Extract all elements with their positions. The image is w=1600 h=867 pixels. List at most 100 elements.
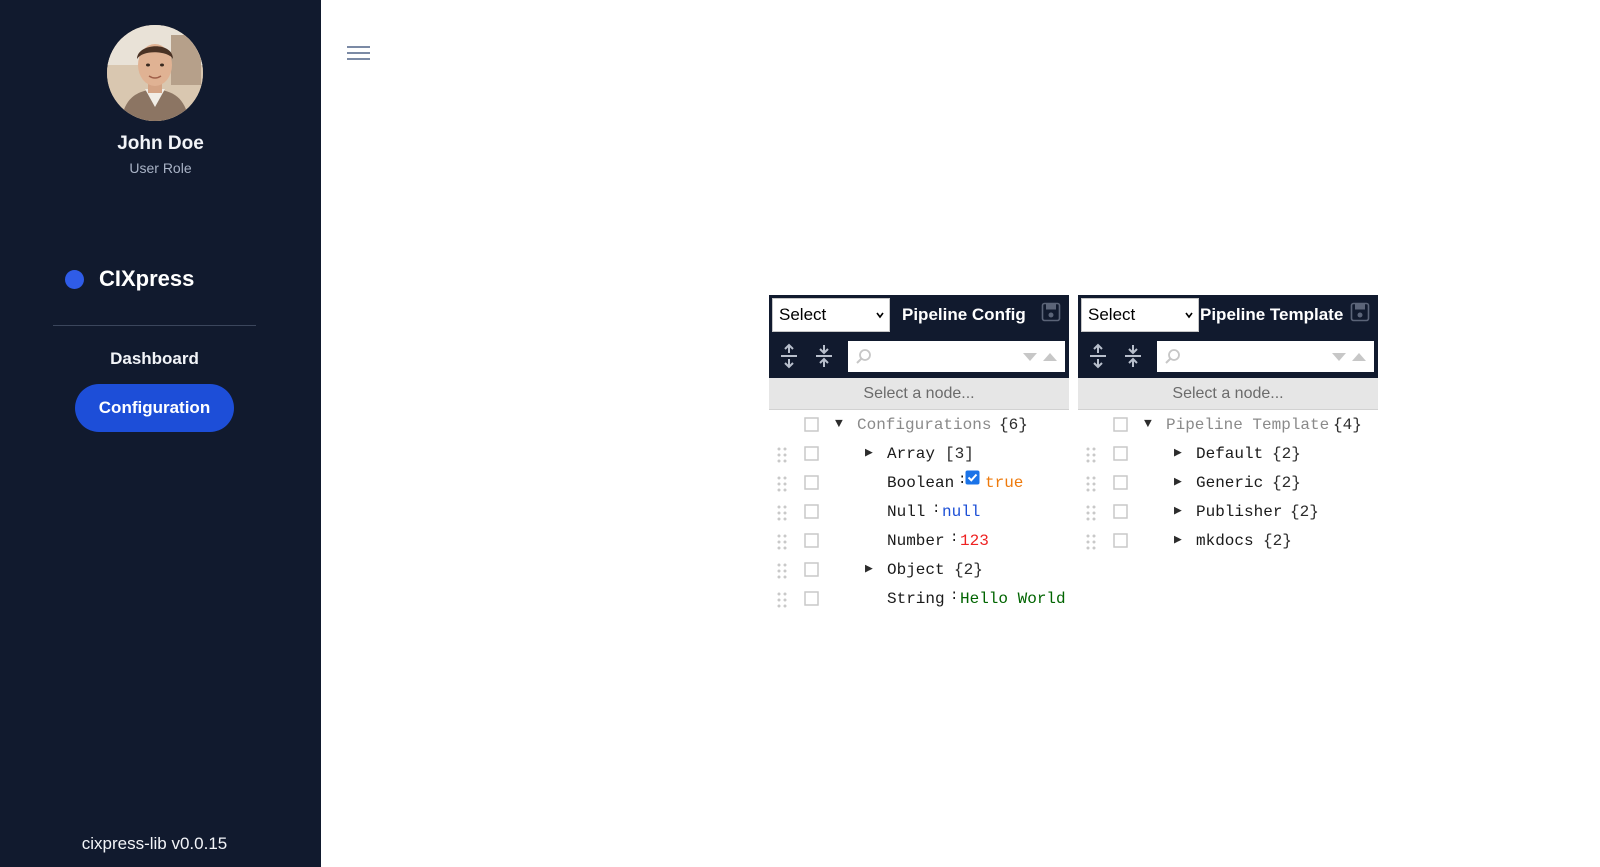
editor-search-box (848, 341, 1065, 372)
context-menu-icon[interactable] (804, 591, 819, 606)
editor-search-input[interactable] (878, 345, 1012, 369)
tree-row[interactable]: Null : null (769, 497, 1069, 526)
tree-field[interactable]: Generic (1196, 474, 1263, 492)
collapse-all-icon[interactable] (1122, 343, 1144, 369)
editor-select[interactable]: Select (1081, 298, 1199, 332)
nav-item-configuration[interactable]: Configuration (75, 384, 234, 432)
json-editor-pipeline-template: Select Pipeline Template Select a node..… (1078, 295, 1378, 613)
chevron-down-icon (1185, 312, 1193, 319)
context-menu-icon[interactable] (804, 562, 819, 577)
context-menu-icon[interactable] (1113, 475, 1128, 490)
drag-handle-icon[interactable] (1086, 476, 1096, 492)
nav-item-dashboard[interactable]: Dashboard (0, 349, 309, 369)
tree-value-number[interactable]: 123 (960, 532, 989, 550)
tree-field[interactable]: Publisher (1196, 503, 1282, 521)
context-menu-icon[interactable] (1113, 417, 1128, 432)
tree-row[interactable]: String : Hello World (769, 584, 1069, 613)
tree-field[interactable]: mkdocs (1196, 532, 1254, 550)
tree-row[interactable]: ▶ Generic {2} (1078, 468, 1378, 497)
drag-handle-icon[interactable] (777, 592, 787, 608)
editor-tree: ▼ Configurations {6} ▶ Array [3] Boolean… (769, 410, 1069, 613)
brand-name: CIXpress (99, 266, 195, 291)
editor-title: Pipeline Template (1200, 305, 1344, 324)
tree-row[interactable]: ▶ Object {2} (769, 555, 1069, 584)
save-icon[interactable] (1350, 302, 1370, 322)
expand-arrow-icon[interactable]: ▶ (865, 561, 873, 576)
tree-count: {2} (1290, 503, 1319, 521)
chevron-down-icon (876, 312, 884, 319)
json-editor-pipeline-config: Select Pipeline Config Select a node... … (769, 295, 1069, 613)
tree-row[interactable]: ▶ Array [3] (769, 439, 1069, 468)
drag-handle-icon[interactable] (1086, 505, 1096, 521)
tree-count: {2} (1272, 474, 1301, 492)
tree-separator: : (950, 588, 959, 604)
context-menu-icon[interactable] (1113, 446, 1128, 461)
sidebar-divider (53, 325, 256, 326)
tree-field[interactable]: Null (887, 503, 925, 521)
boolean-checkbox[interactable] (965, 470, 980, 485)
tree-field[interactable]: Boolean (887, 474, 954, 492)
menu-toggle-icon[interactable] (347, 44, 371, 62)
collapse-arrow-icon[interactable]: ▼ (1144, 416, 1152, 431)
collapse-arrow-icon[interactable]: ▼ (835, 416, 843, 431)
expand-all-icon[interactable] (778, 343, 800, 369)
tree-field[interactable]: Object (887, 561, 945, 579)
tree-row[interactable]: Boolean : true (769, 468, 1069, 497)
context-menu-icon[interactable] (1113, 504, 1128, 519)
drag-handle-icon[interactable] (1086, 534, 1096, 550)
context-menu-icon[interactable] (804, 533, 819, 548)
tree-row[interactable]: ▶ mkdocs {2} (1078, 526, 1378, 555)
collapse-all-icon[interactable] (813, 343, 835, 369)
search-nav-arrows-icon[interactable] (1021, 352, 1059, 362)
drag-handle-icon[interactable] (777, 447, 787, 463)
editor-select[interactable]: Select (772, 298, 890, 332)
tree-row[interactable]: Number : 123 (769, 526, 1069, 555)
context-menu-icon[interactable] (804, 446, 819, 461)
context-menu-icon[interactable] (804, 417, 819, 432)
expand-all-icon[interactable] (1087, 343, 1109, 369)
editor-menu: Select Pipeline Template (1078, 295, 1378, 378)
tree-field[interactable]: Configurations (857, 416, 991, 434)
tree-separator: : (932, 501, 941, 517)
tree-count: {2} (1272, 445, 1301, 463)
context-menu-icon[interactable] (1113, 533, 1128, 548)
context-menu-icon[interactable] (804, 504, 819, 519)
tree-row[interactable]: ▶ Default {2} (1078, 439, 1378, 468)
version-label: cixpress-lib v0.0.15 (81, 834, 228, 853)
drag-handle-icon[interactable] (1086, 447, 1096, 463)
drag-handle-icon[interactable] (777, 563, 787, 579)
tree-count: {2} (1263, 532, 1292, 550)
expand-arrow-icon[interactable]: ▶ (1174, 474, 1182, 489)
expand-arrow-icon[interactable]: ▶ (865, 445, 873, 460)
brand[interactable]: CIXpress (65, 266, 195, 291)
tree-field[interactable]: String (887, 590, 945, 608)
drag-handle-icon[interactable] (777, 476, 787, 492)
tree-field[interactable]: Array (887, 445, 935, 463)
drag-handle-icon[interactable] (777, 534, 787, 550)
tree-separator: : (950, 530, 959, 546)
sidebar: John Doe User Role CIXpress Dashboard Co… (0, 0, 321, 867)
expand-arrow-icon[interactable]: ▶ (1174, 532, 1182, 547)
tree-value-null[interactable]: null (942, 503, 980, 521)
tree-value-boolean[interactable]: true (985, 474, 1023, 492)
tree-field[interactable]: Pipeline Template (1166, 416, 1329, 434)
drag-handle-icon[interactable] (777, 505, 787, 521)
save-icon[interactable] (1041, 302, 1061, 322)
context-menu-icon[interactable] (804, 475, 819, 490)
search-nav-arrows-icon[interactable] (1330, 352, 1368, 362)
avatar[interactable] (107, 25, 203, 121)
editor-navigation-bar: Select a node... (769, 378, 1069, 410)
editor-search-box (1157, 341, 1374, 372)
tree-count: {6} (999, 416, 1028, 434)
editor-search-input[interactable] (1187, 345, 1321, 369)
expand-arrow-icon[interactable]: ▶ (1174, 503, 1182, 518)
tree-row-root[interactable]: ▼ Pipeline Template {4} (1078, 410, 1378, 439)
tree-value-string[interactable]: Hello World (960, 590, 1066, 608)
tree-field[interactable]: Number (887, 532, 945, 550)
editor-navigation-bar: Select a node... (1078, 378, 1378, 410)
tree-count: {2} (954, 561, 983, 579)
expand-arrow-icon[interactable]: ▶ (1174, 445, 1182, 460)
tree-row[interactable]: ▶ Publisher {2} (1078, 497, 1378, 526)
tree-field[interactable]: Default (1196, 445, 1263, 463)
tree-row-root[interactable]: ▼ Configurations {6} (769, 410, 1069, 439)
